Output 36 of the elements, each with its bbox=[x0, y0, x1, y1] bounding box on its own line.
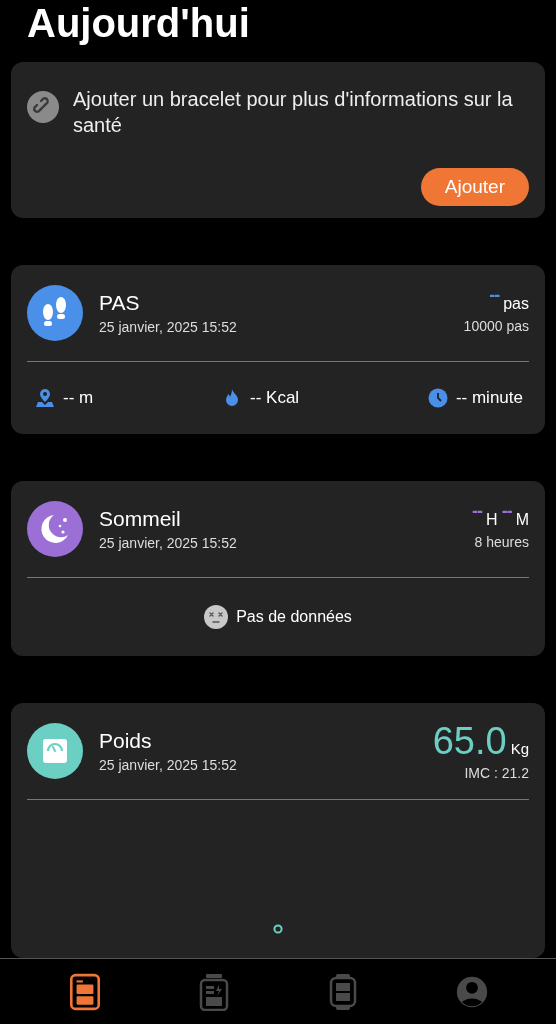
location-pin-icon bbox=[35, 388, 55, 408]
bmi-text: IMC : 21.2 bbox=[464, 765, 529, 781]
unit-label: Kg bbox=[510, 740, 529, 757]
today-tab[interactable] bbox=[68, 972, 101, 1011]
goal-text: 10000 pas bbox=[463, 317, 529, 334]
card-title: PAS bbox=[99, 291, 140, 315]
dizzy-face-icon bbox=[204, 605, 229, 629]
card-date: 25 janvier, 2025 15:52 bbox=[99, 319, 237, 335]
promo-text: Ajouter un bracelet pour plus d'informations sur la santé bbox=[73, 87, 514, 138]
sleep-card[interactable]: Sommeil 25 janvier, 2025 15:52 -- H -- M 8 heures Pas de données bbox=[11, 481, 545, 656]
no-data-text: Pas de données bbox=[236, 608, 352, 626]
card-date: 25 janvier, 2025 15:52 bbox=[99, 535, 237, 551]
stat-value: -- Kcal bbox=[250, 388, 300, 408]
footprints-icon bbox=[27, 285, 83, 341]
stat-value: -- minute bbox=[455, 388, 523, 408]
step-count: -- bbox=[489, 284, 500, 306]
moon-icon bbox=[27, 501, 83, 557]
card-date: 25 janvier, 2025 15:52 bbox=[99, 757, 237, 773]
goal-text: 8 heures bbox=[474, 533, 529, 550]
weight-value: 65.0 bbox=[432, 721, 507, 761]
link-icon bbox=[27, 91, 59, 123]
stat-value: -- m bbox=[63, 388, 94, 408]
sleep-hours: -- bbox=[472, 500, 483, 522]
steps-card[interactable]: PAS 25 janvier, 2025 15:52 -- pas 10000 pas -- m -- Kcal -- minute bbox=[11, 265, 545, 434]
page-title: Aujourd'hui bbox=[26, 0, 250, 46]
unit-label: pas bbox=[503, 294, 529, 313]
page-indicator bbox=[273, 924, 283, 934]
scale-icon bbox=[27, 723, 83, 779]
weight-card[interactable]: Poids 25 janvier, 2025 15:52 65.0 Kg IMC : 21.2 bbox=[11, 703, 545, 958]
unit-label: M bbox=[515, 510, 529, 529]
sleep-minutes: -- bbox=[501, 500, 512, 522]
unit-label: H bbox=[486, 510, 498, 529]
clock-icon bbox=[427, 388, 448, 408]
card-title: Sommeil bbox=[99, 507, 181, 531]
activity-tab[interactable] bbox=[197, 972, 230, 1011]
card-title: Poids bbox=[99, 729, 152, 753]
